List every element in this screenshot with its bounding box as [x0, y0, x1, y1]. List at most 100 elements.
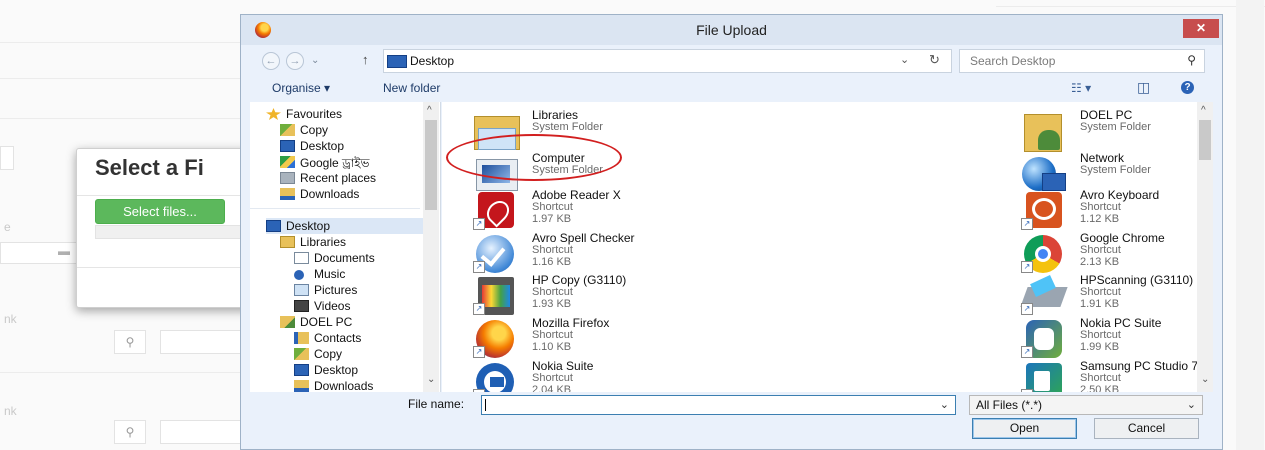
scroll-up-icon[interactable]: ^: [427, 105, 432, 116]
file-size: 1.12 KB: [1080, 213, 1120, 225]
file-item-network[interactable]: Network System Folder: [1015, 151, 1213, 193]
modal-title: Select a Fi: [95, 155, 204, 180]
file-item-hp-copy[interactable]: ↗ HP Copy (G3110) Shortcut 1.93 KB: [467, 273, 767, 315]
nav-scroll-thumb[interactable]: [425, 120, 437, 210]
file-item-adobe-reader[interactable]: ↗ Adobe Reader X Shortcut 1.97 KB: [467, 188, 767, 230]
file-type: Shortcut: [1080, 286, 1121, 298]
file-type: Shortcut: [1080, 244, 1121, 256]
shortcut-arrow-icon: ↗: [473, 218, 485, 230]
desktop-icon: [266, 220, 281, 232]
refresh-button[interactable]: ↻: [929, 52, 940, 68]
star-icon: [266, 108, 281, 120]
pane-splitter[interactable]: [440, 102, 441, 392]
contacts-icon: [294, 332, 309, 344]
search-placeholder: Search Desktop: [970, 54, 1056, 68]
nav-divider: [250, 208, 420, 209]
scroll-down-icon[interactable]: ⌄: [1201, 374, 1209, 385]
file-type: Shortcut: [1080, 372, 1121, 384]
bg-label: nk: [4, 312, 17, 326]
bg-divider: [0, 372, 240, 373]
nav-item-desktop-root[interactable]: Desktop: [266, 218, 426, 234]
file-size: 1.91 KB: [1080, 298, 1120, 310]
bg-label: nk: [4, 404, 17, 418]
help-icon[interactable]: ?: [1181, 81, 1194, 94]
search-icon[interactable]: ⚲: [1187, 53, 1196, 67]
file-name-input[interactable]: ⌄: [481, 395, 956, 415]
file-size: 2.04 KB: [532, 384, 572, 392]
file-name: Adobe Reader X: [532, 188, 621, 202]
shortcut-arrow-icon: ↗: [473, 303, 485, 315]
scroll-down-icon[interactable]: ⌄: [427, 374, 435, 385]
file-size: 1.10 KB: [532, 341, 572, 353]
nav-item-label: DOEL PC: [300, 315, 353, 329]
file-list-scrollbar[interactable]: ^ ⌄: [1197, 102, 1213, 392]
open-button[interactable]: Open: [972, 418, 1077, 439]
close-button[interactable]: ✕: [1183, 19, 1219, 38]
file-name: HP Copy (G3110): [532, 273, 627, 287]
modal-footer-divider: [77, 267, 257, 268]
file-type: Shortcut: [532, 244, 573, 256]
copy-folder-icon: [280, 124, 295, 136]
address-dropdown-button[interactable]: ⌄: [900, 53, 909, 66]
nav-item-label: Music: [314, 267, 346, 281]
file-name: Libraries: [532, 108, 579, 122]
file-item-samsung-pc-studio[interactable]: ↗ Samsung PC Studio 7 Shortcut 2.50 KB: [1015, 359, 1213, 392]
cancel-button[interactable]: Cancel: [1094, 418, 1199, 439]
file-type-select[interactable]: All Files (*.*) ⌄: [969, 395, 1203, 415]
adobe-reader-icon: ↗: [470, 190, 520, 232]
shortcut-arrow-icon: ↗: [1021, 261, 1033, 273]
file-size: 1.99 KB: [1080, 341, 1120, 353]
bg-search-button[interactable]: ⚲: [114, 420, 146, 444]
nav-item-label: Contacts: [314, 331, 362, 345]
address-bar[interactable]: Desktop ⌄ ↻: [383, 49, 952, 73]
new-folder-button[interactable]: New folder: [383, 81, 440, 95]
nav-item-label: Documents: [314, 251, 375, 265]
copy-folder-icon: [294, 348, 309, 360]
nav-item-label: Copy: [314, 347, 343, 361]
back-button[interactable]: ←: [262, 52, 280, 70]
file-item-nokia-suite[interactable]: ↗ Nokia Suite Shortcut 2.04 KB: [467, 359, 767, 392]
file-type: Shortcut: [532, 329, 573, 341]
file-list-scroll-thumb[interactable]: [1199, 120, 1211, 160]
up-button[interactable]: ↑: [362, 52, 369, 67]
file-item-nokia-pc-suite[interactable]: ↗ Nokia PC Suite Shortcut 1.99 KB: [1015, 316, 1213, 358]
pictures-icon: [294, 284, 309, 296]
bg-search-button[interactable]: ⚲: [114, 330, 146, 354]
modal-divider: [77, 195, 257, 196]
preview-pane-icon[interactable]: ◫: [1137, 79, 1150, 96]
nav-item-label: Videos: [314, 299, 351, 313]
file-item-google-chrome[interactable]: ↗ Google Chrome Shortcut 2.13 KB: [1015, 231, 1213, 273]
bg-field[interactable]: [160, 330, 242, 354]
recent-locations-button[interactable]: ⌄: [311, 55, 319, 66]
desktop-icon: [387, 55, 407, 68]
select-files-button[interactable]: Select files...: [95, 199, 225, 224]
file-name: Nokia Suite: [532, 359, 594, 373]
address-row: ← → ⌄ ↑ Desktop ⌄ ↻ Search Desktop ⚲: [241, 46, 1222, 76]
bg-divider: [996, 6, 1265, 7]
search-input[interactable]: Search Desktop ⚲: [959, 49, 1205, 73]
organise-menu[interactable]: Organise ▾: [272, 81, 330, 95]
file-item-doel-pc[interactable]: DOEL PC System Folder: [1015, 108, 1213, 152]
samsung-pc-studio-icon: ↗: [1018, 361, 1068, 392]
forward-button[interactable]: →: [286, 52, 304, 70]
file-item-avro-keyboard[interactable]: ↗ Avro Keyboard Shortcut 1.12 KB: [1015, 188, 1213, 230]
shortcut-arrow-icon: ↗: [1021, 218, 1033, 230]
libraries-icon: [280, 236, 295, 248]
file-name: Mozilla Firefox: [532, 316, 610, 330]
file-upload-dialog: File Upload ✕ ← → ⌄ ↑ Desktop ⌄ ↻ Search…: [240, 14, 1223, 450]
file-item-mozilla-firefox[interactable]: ↗ Mozilla Firefox Shortcut 1.10 KB: [467, 316, 767, 358]
file-type: Shortcut: [1080, 329, 1121, 341]
file-name-dropdown-button[interactable]: ⌄: [940, 398, 949, 411]
nav-scrollbar[interactable]: ^ ⌄: [423, 102, 439, 392]
change-view-icon[interactable]: ☷ ▾: [1071, 81, 1091, 95]
dialog-titlebar[interactable]: File Upload ✕: [241, 15, 1222, 45]
google-drive-icon: [280, 156, 295, 168]
file-item-avro-spell-checker[interactable]: ↗ Avro Spell Checker Shortcut 1.16 KB: [467, 231, 767, 273]
google-chrome-icon: ↗: [1018, 233, 1068, 275]
file-item-hpscanning[interactable]: ↗ HPScanning (G3110) Shortcut 1.91 KB: [1015, 273, 1213, 315]
file-name-label: File name:: [408, 397, 465, 411]
bg-field[interactable]: [160, 420, 242, 444]
scroll-up-icon[interactable]: ^: [1201, 105, 1206, 116]
file-type-dropdown-icon: ⌄: [1186, 399, 1196, 411]
file-type: System Folder: [532, 121, 603, 133]
